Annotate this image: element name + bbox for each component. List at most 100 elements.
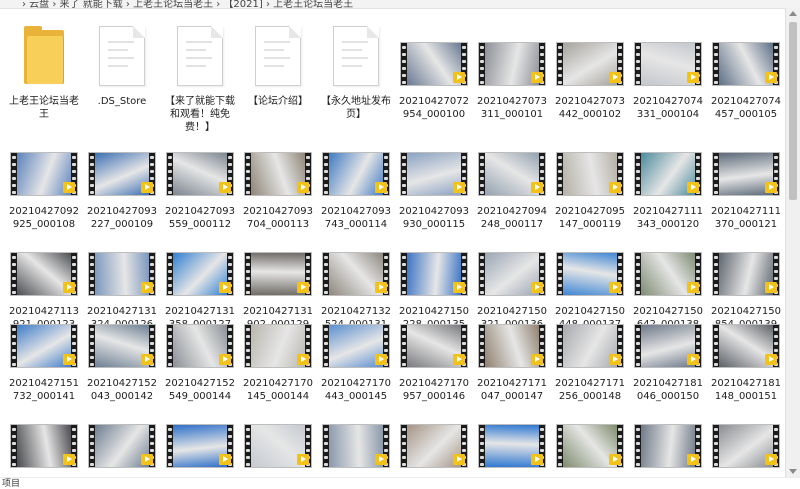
video-item[interactable]: 20210513113529_000133: [317, 398, 395, 477]
video-item[interactable]: 20210427074331_000104: [629, 16, 707, 121]
video-item[interactable]: 20210427181046_000150: [629, 298, 707, 403]
video-item[interactable]: 20210427171047_000147: [473, 298, 551, 403]
folder-item[interactable]: 上老王论坛当老王: [5, 16, 83, 121]
file-item[interactable]: 【永久地址发布页】: [317, 16, 395, 121]
video-item[interactable]: 20210427073442_000102: [551, 16, 629, 121]
play-badge-icon: [609, 282, 621, 293]
play-badge-icon: [609, 454, 621, 465]
video-thumbnail-icon: [473, 298, 551, 374]
video-item[interactable]: 20210427072954_000100: [395, 16, 473, 121]
video-item[interactable]: 20210427093930_000115: [395, 126, 473, 231]
video-thumbnail-icon: [395, 226, 473, 302]
video-item[interactable]: 20210513113323_000131: [161, 398, 239, 477]
video-item[interactable]: 20210427170145_000144: [239, 298, 317, 403]
play-badge-icon: [765, 354, 777, 365]
document-icon: [161, 16, 239, 92]
video-thumbnail-icon: [551, 16, 629, 92]
play-badge-icon: [765, 182, 777, 193]
play-badge-icon: [297, 182, 309, 193]
play-badge-icon: [219, 282, 231, 293]
file-name-label: 20210427072954_000100: [399, 96, 469, 120]
play-badge-icon: [453, 354, 465, 365]
file-name-label: 上老王论坛当老王: [9, 96, 79, 120]
play-badge-icon: [531, 354, 543, 365]
video-item[interactable]: 20210427152549_000144: [161, 298, 239, 403]
video-thumbnail-icon: [551, 298, 629, 374]
play-badge-icon: [63, 354, 75, 365]
video-thumbnail-icon: [473, 126, 551, 202]
play-badge-icon: [609, 354, 621, 365]
video-thumbnail-icon: [629, 226, 707, 302]
video-item[interactable]: 20210427170443_000145: [317, 298, 395, 403]
video-item[interactable]: 20210427181148_000151: [707, 298, 785, 403]
video-thumbnail-icon: [551, 126, 629, 202]
video-item[interactable]: 20210427073311_000101: [473, 16, 551, 121]
video-item[interactable]: 20210427151732_000141: [5, 298, 83, 403]
play-badge-icon: [141, 454, 153, 465]
video-item[interactable]: 20210513114400_000139: [629, 398, 707, 477]
video-thumbnail-icon: [395, 16, 473, 92]
play-badge-icon: [375, 182, 387, 193]
play-badge-icon: [375, 454, 387, 465]
play-badge-icon: [765, 282, 777, 293]
video-item[interactable]: 20210427170957_000146: [395, 298, 473, 403]
play-badge-icon: [531, 454, 543, 465]
document-icon: [317, 16, 395, 92]
folder-icon: [5, 16, 83, 92]
video-item[interactable]: 20210427171256_000148: [551, 298, 629, 403]
video-item[interactable]: 20210513113511_000132: [239, 398, 317, 477]
video-thumbnail-icon: [551, 398, 629, 474]
video-thumbnail-icon: [629, 298, 707, 374]
video-thumbnail-icon: [5, 226, 83, 302]
video-item[interactable]: 20210427095147_000119: [551, 126, 629, 231]
vertical-scrollbar[interactable]: [785, 8, 800, 477]
play-badge-icon: [375, 282, 387, 293]
video-thumbnail-icon: [317, 126, 395, 202]
video-thumbnail-icon: [83, 126, 161, 202]
video-item[interactable]: 20210427111370_000121: [707, 126, 785, 231]
video-thumbnail-icon: [161, 126, 239, 202]
video-item[interactable]: 20210427074457_000105: [707, 16, 785, 121]
play-badge-icon: [687, 72, 699, 83]
video-item[interactable]: 20210427181219_000153: [5, 398, 83, 477]
video-thumbnail-icon: [395, 298, 473, 374]
scroll-up-icon[interactable]: [789, 11, 797, 16]
play-badge-icon: [219, 454, 231, 465]
file-item[interactable]: 【论坛介绍】: [239, 16, 317, 108]
video-thumbnail-icon: [5, 298, 83, 374]
play-badge-icon: [453, 182, 465, 193]
video-item[interactable]: 20210427093559_000112: [161, 126, 239, 231]
video-thumbnail-icon: [161, 226, 239, 302]
video-thumbnail-icon: [317, 298, 395, 374]
video-item[interactable]: 20210427093743_000114: [317, 126, 395, 231]
play-badge-icon: [297, 282, 309, 293]
scroll-down-icon[interactable]: [789, 469, 797, 474]
play-badge-icon: [687, 282, 699, 293]
video-item[interactable]: 20210427093227_000109: [83, 126, 161, 231]
video-thumbnail-icon: [473, 16, 551, 92]
video-item[interactable]: 20210427182443_000157: [83, 398, 161, 477]
video-item[interactable]: 20210427111343_000120: [629, 126, 707, 231]
video-item[interactable]: 20210513114522_000140: [707, 398, 785, 477]
video-item[interactable]: 20210427093704_000113: [239, 126, 317, 231]
video-item[interactable]: 20210427152043_000142: [83, 298, 161, 403]
video-item[interactable]: 20210513113944_000136: [551, 398, 629, 477]
play-badge-icon: [141, 282, 153, 293]
video-item[interactable]: 20210513113736_000134: [395, 398, 473, 477]
document-icon: [239, 16, 317, 92]
video-item[interactable]: 20210427092925_000108: [5, 126, 83, 231]
video-thumbnail-icon: [161, 298, 239, 374]
video-item[interactable]: 20210513113831_000135: [473, 398, 551, 477]
file-item[interactable]: 【来了就能下载和观看！纯免费！】: [161, 16, 239, 134]
file-item[interactable]: .DS_Store: [83, 16, 161, 108]
video-item[interactable]: 20210427094248_000117: [473, 126, 551, 231]
scroll-thumb[interactable]: [789, 22, 797, 200]
play-badge-icon: [453, 454, 465, 465]
play-badge-icon: [63, 282, 75, 293]
status-bar: 项目: [0, 477, 800, 489]
play-badge-icon: [453, 72, 465, 83]
play-badge-icon: [609, 182, 621, 193]
video-thumbnail-icon: [707, 226, 785, 302]
video-thumbnail-icon: [239, 226, 317, 302]
play-badge-icon: [609, 72, 621, 83]
